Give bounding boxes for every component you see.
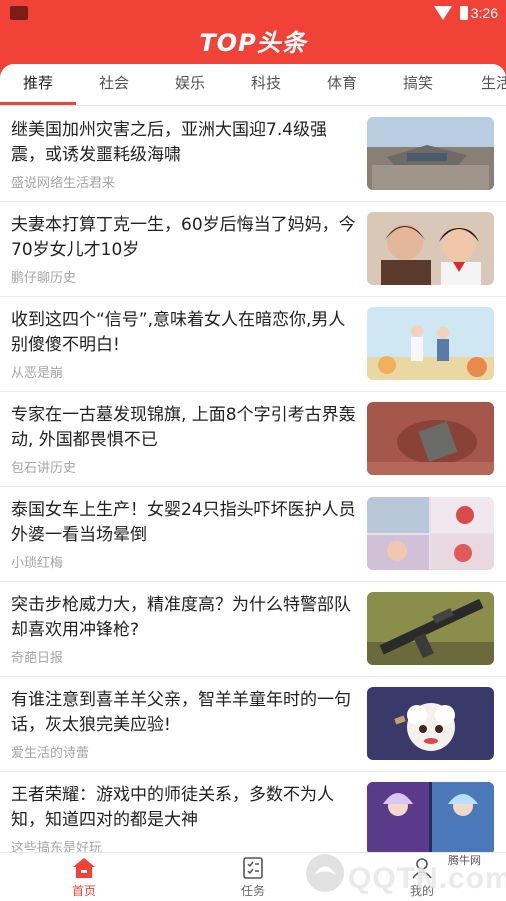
home-icon bbox=[72, 857, 96, 879]
news-title[interactable]: 王者荣耀：游戏中的师徒关系，多数不为人知，知道四对的都是大神 bbox=[11, 783, 359, 833]
news-source: 这些搞东是好玩 bbox=[11, 841, 103, 852]
tab-recommend[interactable]: 推荐 bbox=[8, 64, 68, 105]
news-thumbnail[interactable] bbox=[367, 307, 494, 380]
news-source: 爱生活的诗蕾 bbox=[11, 746, 90, 761]
news-title[interactable]: 突击步枪威力大，精准度高？为什么特警部队却喜欢用冲锋枪? bbox=[11, 593, 359, 643]
tab-life[interactable]: 生活 bbox=[466, 64, 506, 105]
news-thumbnail[interactable] bbox=[367, 212, 494, 285]
nav-tasks-label: 任务 bbox=[240, 884, 265, 898]
watermark-small-text: 腾牛网 bbox=[448, 854, 481, 867]
news-item[interactable]: 突击步枪威力大，精准度高？为什么特警部队却喜欢用冲锋枪? 奇葩日报 bbox=[0, 581, 506, 677]
news-thumbnail[interactable] bbox=[367, 402, 494, 475]
news-thumbnail[interactable] bbox=[367, 497, 494, 570]
news-title[interactable]: 泰国女车上生产！女婴24只指头吓坏医护人员 外婆一看当场晕倒 bbox=[11, 498, 359, 548]
app-bar: TOP头条 bbox=[0, 28, 506, 58]
news-thumbnail[interactable] bbox=[367, 687, 494, 760]
news-thumbnail[interactable] bbox=[367, 782, 494, 852]
news-thumbnail[interactable] bbox=[367, 592, 494, 665]
status-time: 3:26 bbox=[470, 5, 498, 21]
news-source: 从恶是崩 bbox=[11, 366, 64, 381]
app-logo: TOP头条 bbox=[199, 29, 307, 57]
news-source: 鹏仔聊历史 bbox=[11, 271, 77, 286]
news-source: 盛说网络生活君来 bbox=[11, 176, 116, 191]
nav-home-label: 首页 bbox=[71, 884, 96, 898]
news-item[interactable]: 收到这四个“信号”,意味着女人在暗恋你,男人别傻傻不明白! 从恶是崩 bbox=[0, 296, 506, 392]
news-source: 小琐红梅 bbox=[11, 556, 64, 571]
wifi-icon bbox=[434, 6, 452, 20]
nav-home[interactable]: 首页 bbox=[44, 853, 124, 899]
news-item[interactable]: 夫妻本打算丁克一生，60岁后悔当了妈妈，今70岁女儿才10岁 鹏仔聊历史 bbox=[0, 201, 506, 297]
watermark-text: QQTN.com bbox=[348, 862, 506, 895]
watermark: QQTN.com 腾牛网 bbox=[300, 848, 506, 900]
tab-entertainment[interactable]: 娱乐 bbox=[160, 64, 220, 105]
tab-sports[interactable]: 体育 bbox=[312, 64, 372, 105]
news-item[interactable]: 有谁注意到喜羊羊父亲，智羊羊童年时的一句话，灰太狼完美应验! 爱生活的诗蕾 bbox=[0, 676, 506, 772]
task-icon bbox=[241, 857, 265, 879]
watermark-logo-icon bbox=[306, 854, 344, 892]
news-title[interactable]: 专家在一古墓发现锦旗, 上面8个字引考古界轰动, 外国都畏惧不已 bbox=[11, 403, 359, 453]
battery-icon bbox=[460, 6, 468, 20]
status-bar: 3:26 bbox=[0, 0, 506, 28]
news-title[interactable]: 收到这四个“信号”,意味着女人在暗恋你,男人别傻傻不明白! bbox=[11, 308, 359, 358]
news-title[interactable]: 夫妻本打算丁克一生，60岁后悔当了妈妈，今70岁女儿才10岁 bbox=[11, 213, 359, 263]
news-source: 奇葩日报 bbox=[11, 651, 64, 666]
news-item[interactable]: 泰国女车上生产！女婴24只指头吓坏医护人员 外婆一看当场晕倒 小琐红梅 bbox=[0, 486, 506, 582]
news-item[interactable]: 继美国加州灾害之后，亚洲大国迎7.4级强震，或诱发噩耗级海啸 盛说网络生活君来 bbox=[0, 106, 506, 202]
news-item[interactable]: 专家在一古墓发现锦旗, 上面8个字引考古界轰动, 外国都畏惧不已 包石讲历史 bbox=[0, 391, 506, 487]
tab-tech[interactable]: 科技 bbox=[236, 64, 296, 105]
tab-funny[interactable]: 搞笑 bbox=[388, 64, 448, 105]
category-tabs: 推荐 社会 娱乐 科技 体育 搞笑 生活 bbox=[0, 64, 506, 106]
news-thumbnail[interactable] bbox=[367, 117, 494, 190]
news-feed[interactable]: 继美国加州灾害之后，亚洲大国迎7.4级强震，或诱发噩耗级海啸 盛说网络生活君来 … bbox=[0, 106, 506, 852]
news-item[interactable]: 王者荣耀：游戏中的师徒关系，多数不为人知，知道四对的都是大神 这些搞东是好玩 bbox=[0, 771, 506, 852]
active-tab-indicator bbox=[0, 102, 76, 105]
tab-society[interactable]: 社会 bbox=[84, 64, 144, 105]
news-title[interactable]: 继美国加州灾害之后，亚洲大国迎7.4级强震，或诱发噩耗级海啸 bbox=[11, 118, 359, 168]
nav-tasks[interactable]: 任务 bbox=[213, 853, 293, 899]
category-tabs-wrapper: 推荐 社会 娱乐 科技 体育 搞笑 生活 bbox=[0, 58, 506, 106]
news-title[interactable]: 有谁注意到喜羊羊父亲，智羊羊童年时的一句话，灰太狼完美应验! bbox=[11, 688, 359, 738]
notification-icon bbox=[10, 6, 28, 20]
news-source: 包石讲历史 bbox=[11, 461, 77, 476]
